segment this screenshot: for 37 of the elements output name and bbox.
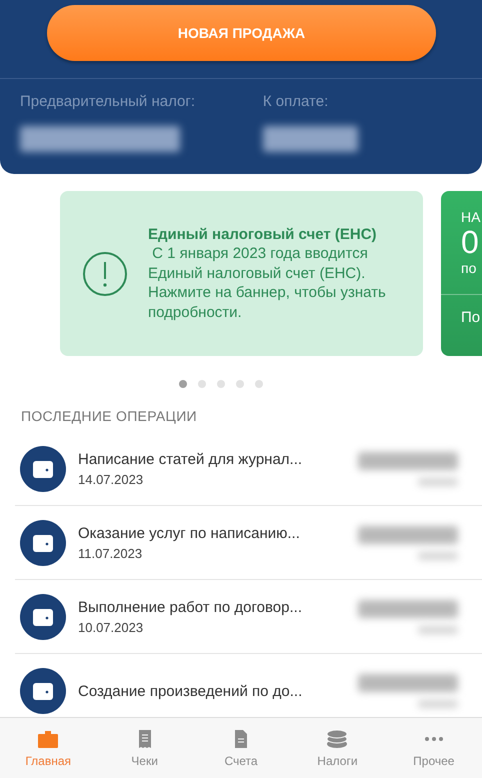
wallet-icon	[20, 594, 66, 640]
more-icon	[424, 736, 443, 740]
page-dot[interactable]	[179, 380, 187, 388]
tax-banner[interactable]: НА 0 по По	[441, 191, 482, 356]
banner-text: С 1 января 2023 года вводится Единый налоговый счет (ЕНС). Нажмите на баннер, чтобы узнать подробности.	[148, 244, 387, 322]
operation-name: Оказание услуг по написанию...	[78, 525, 301, 542]
banner-title: Единый налоговый счет (ЕНС)	[148, 224, 378, 244]
operation-name: Написание статей для журнал...	[78, 451, 304, 468]
info-banner[interactable]: Единый налоговый счет (ЕНС) С 1 января 2023 года вводится Единый налоговый счет (ЕНС). Нажмите на баннер, чтобы узнать подробности.	[60, 191, 423, 356]
page-dot[interactable]	[217, 380, 225, 388]
tax-caption: по	[461, 260, 478, 276]
tab-bar-item[interactable]: Счета	[192, 718, 290, 778]
coins-icon	[326, 728, 348, 748]
tax-heading: НА	[461, 209, 482, 225]
tax-action: По	[461, 309, 482, 326]
operation-date: 10.07.2023	[78, 620, 144, 635]
operation-date: 11.07.2023	[78, 546, 144, 561]
exclamation-icon	[82, 250, 128, 296]
operation-date: 14.07.2023	[78, 472, 144, 487]
tab-bar-item[interactable]: Чеки	[96, 718, 193, 778]
operation-name: Выполнение работ по договор...	[78, 599, 303, 616]
wallet-icon	[20, 520, 66, 566]
briefcase-icon	[37, 728, 60, 748]
summary-label: Предварительный налог:	[20, 93, 196, 110]
page-dot[interactable]	[236, 380, 244, 388]
tab-bar-item[interactable]: Прочее	[386, 718, 482, 778]
summary-label: К оплате:	[262, 93, 330, 110]
operation-name: Создание произведений по до...	[78, 682, 304, 700]
section-title: ПОСЛЕДНИЕ ОПЕРАЦИИ	[20, 407, 198, 424]
new-sale-button[interactable]: НОВАЯ ПРОДАЖА	[47, 5, 436, 61]
wallet-icon	[20, 446, 66, 492]
tab-bar-item[interactable]: Налоги	[289, 718, 386, 778]
wallet-icon	[20, 668, 66, 714]
tab-bar-item[interactable]: Главная	[0, 718, 96, 778]
page-dot[interactable]	[198, 380, 206, 388]
tax-amount: 0	[461, 225, 480, 260]
page-dot[interactable]	[255, 380, 263, 388]
